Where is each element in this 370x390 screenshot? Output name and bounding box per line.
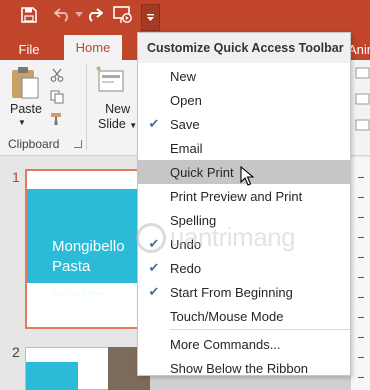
mouse-cursor-icon [240,165,255,189]
menu-item-open[interactable]: Open [138,88,350,112]
menu-item-label: Redo [170,260,202,276]
slide-1-title-line2: Pasta [52,258,91,275]
menu-item-label: New [170,68,197,84]
menu-item-label: Show Below the Ribbon [170,360,309,376]
new-slide-label-line2: Slide ▼ [98,117,137,133]
slide-1-subtitle: About Our Business [53,291,107,297]
new-slide-button[interactable]: New Slide ▼ [98,102,137,133]
menu-item-label: Start From Beginning [170,284,293,300]
menu-item-label: Save [170,116,200,132]
menu-item-start-from-beginning[interactable]: ✔ Start From Beginning [138,280,350,304]
vertical-ruler [350,157,370,390]
new-slide-dropdown-icon[interactable]: ▼ [129,121,137,130]
checkmark-icon: ✔ [148,260,160,275]
menu-item-label: Touch/Mouse Mode [170,308,284,324]
clipboard-dialog-launcher-icon[interactable] [74,140,82,148]
paste-button[interactable]: Paste [10,102,42,116]
copy-icon[interactable] [50,90,64,104]
menu-item-new[interactable]: New [138,64,350,88]
tab-home[interactable]: Home [64,35,122,60]
menu-item-touch-mouse-mode[interactable]: Touch/Mouse Mode [138,304,350,328]
start-from-beginning-icon[interactable] [110,3,136,27]
group-divider [86,64,87,150]
new-slide-label: Slide [98,117,126,131]
cut-icon[interactable] [50,68,64,82]
tab-animations[interactable]: Anim [348,38,370,60]
menu-item-label: Print Preview and Print [170,188,303,204]
menu-item-more-commands[interactable]: More Commands... [138,332,350,356]
menu-item-email[interactable]: Email [138,136,350,160]
title-bar [0,0,370,32]
menu-item-label: Quick Print [170,164,234,180]
menu-item-show-below-the-ribbon[interactable]: Show Below the Ribbon [138,356,350,380]
new-slide-label-line1: New [105,102,131,116]
menu-item-label: Open [170,92,202,108]
checkmark-icon: ✔ [148,284,160,299]
slide-number-2: 2 [12,344,20,360]
customize-qat-menu: Customize Quick Access Toolbar New Open ✔ S… [137,32,351,376]
format-painter-icon[interactable] [50,112,64,126]
slide-1-title: Mongibello Pasta [52,237,125,277]
paste-dropdown-icon[interactable]: ▼ [18,118,26,127]
customize-qat-button[interactable] [141,4,160,31]
redo-icon[interactable] [82,3,106,27]
slide-number-1: 1 [12,169,20,185]
menu-item-redo[interactable]: ✔ Redo [138,256,350,280]
new-slide-icon[interactable] [96,66,126,96]
ribbon-overflow-icons[interactable] [355,66,370,146]
watermark-text: uantrimang [170,222,296,252]
menu-title: Customize Quick Access Toolbar [138,33,350,63]
menu-item-label: More Commands... [170,336,281,352]
save-icon[interactable] [16,3,42,27]
undo-icon[interactable] [50,3,76,27]
slide-1-title-line1: Mongibello [52,238,125,255]
paste-icon[interactable] [10,66,40,100]
slide-thumbnail-1[interactable]: Mongibello Pasta About Our Business [25,169,143,329]
slide-2-band [26,362,78,390]
clipboard-group-label: Clipboard [8,137,60,151]
menu-separator [170,329,350,330]
menu-item-label: Email [170,140,203,156]
tab-file[interactable]: File [12,38,46,60]
menu-item-save[interactable]: ✔ Save [138,112,350,136]
watermark-logo: uantrimang [136,222,296,253]
checkmark-icon: ✔ [148,116,160,131]
